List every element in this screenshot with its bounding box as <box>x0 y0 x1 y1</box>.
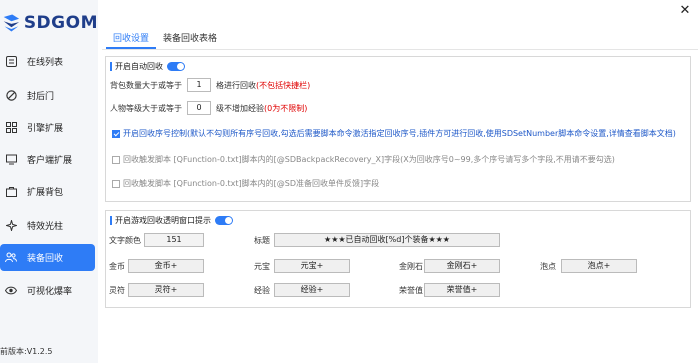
honor-input[interactable]: 荣誉值+ <box>424 283 500 297</box>
gold-input[interactable]: 金币+ <box>128 259 204 273</box>
sparkle-icon <box>5 220 17 232</box>
trigger-script-text-1: 回收触发脚本 [QFunction-0.txt]脚本内的[@SDBackpack… <box>123 155 615 164</box>
bag-count-note: (不包括快捷栏) <box>256 80 311 90</box>
level-suffix: 级不增加经验 <box>216 103 264 113</box>
bag-count-input[interactable]: 1 <box>187 78 211 92</box>
talisman-input[interactable]: 灵符+ <box>128 283 204 297</box>
auto-recycle-header: 开启自动回收 <box>110 61 185 72</box>
level-prefix: 人物等级大于或等于 <box>110 103 182 113</box>
number-control-text: 开启回收序号控制(默认不勾则所有序号回收,勾选后需要脚本命令激活指定回收序号,插… <box>123 129 676 138</box>
yuanbao-input[interactable]: 元宝+ <box>274 259 350 273</box>
sidebar-item-ban-backdoor[interactable]: 封后门 <box>0 82 98 109</box>
bag-count-prefix: 背包数量大于或等于 <box>110 80 182 90</box>
logo-text: SDGOM <box>23 13 98 33</box>
tab-recycle-table[interactable]: 装备回收表格 <box>156 31 224 49</box>
trigger-script-checkbox-1[interactable] <box>112 155 120 164</box>
level-input[interactable]: 0 <box>187 101 211 115</box>
sidebar-item-equipment-recycle[interactable]: 装备回收 <box>0 244 95 271</box>
level-note: (0为不限制) <box>264 103 308 113</box>
sidebar-item-label: 封后门 <box>27 92 55 102</box>
auto-recycle-title: 开启自动回收 <box>115 62 163 71</box>
gold-label: 金币 <box>109 262 125 271</box>
yuanbao-label: 元宝 <box>254 262 270 271</box>
number-control-option[interactable]: 开启回收序号控制(默认不勾则所有序号回收,勾选后需要脚本命令激活指定回收序号,插… <box>112 128 676 139</box>
sidebar-item-label: 引擎扩展 <box>27 124 64 134</box>
trigger-script-option-2[interactable]: 回收触发脚本 [QFunction-0.txt]脚本内的[@SD准备回收单件反馈… <box>112 178 379 189</box>
logo: SDGOM <box>2 6 98 40</box>
sidebar-item-visual-drop-rate[interactable]: 可视化爆率 <box>0 277 98 304</box>
sidebar-item-engine-extension[interactable]: 引擎扩展 <box>0 114 98 141</box>
bubble-points-input[interactable]: 泡点+ <box>561 259 637 273</box>
exp-label: 经验 <box>254 286 270 295</box>
sidebar-item-extended-bag[interactable]: 扩展背包 <box>0 178 98 205</box>
sidebar-item-label: 在线列表 <box>27 58 64 68</box>
tab-divider <box>102 49 698 50</box>
monitor-icon <box>5 154 17 166</box>
recycle-hint-panel: 开启游戏回收透明窗口提示 文字颜色 151 标题 ★★★已自动回收[%d]个装备… <box>105 210 691 308</box>
number-control-checkbox[interactable] <box>112 129 120 138</box>
list-icon <box>5 56 17 68</box>
sidebar-item-label: 客户端扩展 <box>27 156 73 166</box>
main-content: ✕ 回收设置 装备回收表格 开启自动回收 背包数量大于或等于 1 格进行回收 (… <box>98 0 700 363</box>
close-button[interactable]: ✕ <box>678 4 692 18</box>
tab-recycle-settings[interactable]: 回收设置 <box>106 31 157 49</box>
exp-input[interactable]: 经验+ <box>274 283 350 297</box>
sidebar-item-client-extension[interactable]: 客户端扩展 <box>0 146 98 173</box>
sidebar-item-label: 可视化爆率 <box>27 287 73 297</box>
sidebar-item-label: 特效光柱 <box>27 222 64 232</box>
diamond-label: 金刚石 <box>399 262 423 271</box>
text-color-input[interactable]: 151 <box>144 233 204 247</box>
honor-label: 荣誉值 <box>399 286 423 295</box>
bag-count-row: 背包数量大于或等于 1 格进行回收 (不包括快捷栏) <box>110 78 310 92</box>
recycle-hint-title: 开启游戏回收透明窗口提示 <box>115 216 211 225</box>
sidebar-item-online-list[interactable]: 在线列表 <box>0 48 98 75</box>
trigger-script-text-2: 回收触发脚本 [QFunction-0.txt]脚本内的[@SD准备回收单件反馈… <box>123 179 380 188</box>
bubble-points-label: 泡点 <box>540 262 556 271</box>
title-label: 标题 <box>254 236 270 245</box>
tab-bar: 回收设置 装备回收表格 <box>106 31 224 49</box>
ban-icon <box>5 90 17 102</box>
bag-icon <box>5 186 17 198</box>
level-row: 人物等级大于或等于 0 级不增加经验 (0为不限制) <box>110 101 307 115</box>
app-window: SDGOM 在线列表 封后门 引擎扩展 客户端扩展 扩展背包 特效光柱 装备回收… <box>0 0 700 363</box>
trigger-script-checkbox-2[interactable] <box>112 179 120 188</box>
auto-recycle-toggle[interactable] <box>167 62 185 71</box>
logo-icon <box>3 14 20 32</box>
recycle-hint-header: 开启游戏回收透明窗口提示 <box>110 215 233 226</box>
title-bar-marker <box>110 216 112 225</box>
auto-recycle-panel: 开启自动回收 背包数量大于或等于 1 格进行回收 (不包括快捷栏) 人物等级大于… <box>105 56 691 202</box>
diamond-input[interactable]: 金刚石+ <box>424 259 500 273</box>
version-label: 前版本:V1.2.5 <box>0 347 53 356</box>
text-color-label: 文字颜色 <box>109 236 141 245</box>
talisman-label: 灵符 <box>109 286 125 295</box>
sidebar-item-label: 装备回收 <box>27 254 64 264</box>
title-input[interactable]: ★★★已自动回收[%d]个装备★★★ <box>274 233 500 247</box>
sidebar: SDGOM 在线列表 封后门 引擎扩展 客户端扩展 扩展背包 特效光柱 装备回收… <box>0 0 98 363</box>
sidebar-item-label: 扩展背包 <box>27 188 64 198</box>
recycle-hint-toggle[interactable] <box>215 216 233 225</box>
title-bar-marker <box>110 62 112 71</box>
close-icon: ✕ <box>679 3 691 18</box>
people-icon <box>5 252 17 264</box>
grid-icon <box>5 122 17 134</box>
bag-count-suffix: 格进行回收 <box>216 80 256 90</box>
trigger-script-option-1[interactable]: 回收触发脚本 [QFunction-0.txt]脚本内的[@SDBackpack… <box>112 154 615 165</box>
sidebar-item-effect-pillar[interactable]: 特效光柱 <box>0 212 98 239</box>
eye-icon <box>5 285 17 297</box>
